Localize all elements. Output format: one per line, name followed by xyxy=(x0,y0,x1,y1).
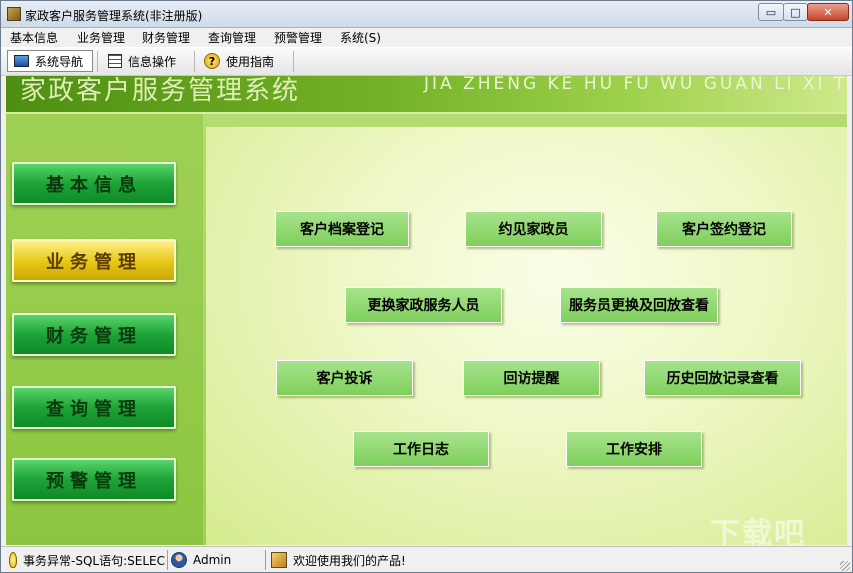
sidebar-item-query[interactable]: 查询管理 xyxy=(12,386,176,429)
menu-system[interactable]: 系统(S) xyxy=(340,29,381,46)
user-icon xyxy=(171,552,187,568)
status-welcome: 欢迎使用我们的产品! xyxy=(293,553,406,568)
resize-grip[interactable] xyxy=(840,561,850,571)
status-separator xyxy=(265,550,266,570)
replace-staff-button[interactable]: 更换家政服务人员 xyxy=(345,287,502,323)
sidebar-item-business[interactable]: 业务管理 xyxy=(12,239,176,282)
toolbar-separator xyxy=(97,51,98,72)
banner-title: 家政客户服务管理系统 xyxy=(20,76,301,106)
title-bar[interactable]: 家政客户服务管理系统(非注册版) ▭ □ ✕ xyxy=(1,1,852,28)
toolbar-guide-button[interactable]: ? 使用指南 xyxy=(198,50,290,72)
help-icon: ? xyxy=(204,53,220,69)
maximize-button[interactable]: □ xyxy=(783,3,808,21)
menu-business[interactable]: 业务管理 xyxy=(77,29,125,46)
contract-register-button[interactable]: 客户签约登记 xyxy=(656,211,792,247)
function-panel: 客户档案登记 约见家政员 客户签约登记 更换家政服务人员 服务员更换及回放查看 … xyxy=(206,127,847,545)
menu-alert[interactable]: 预警管理 xyxy=(274,29,322,46)
minimize-button[interactable]: ▭ xyxy=(758,3,784,21)
close-icon: ✕ xyxy=(823,5,833,19)
toolbar-guide-label: 使用指南 xyxy=(226,54,275,69)
customer-record-button[interactable]: 客户档案登记 xyxy=(275,211,409,247)
sidebar-item-finance[interactable]: 财务管理 xyxy=(12,313,176,356)
history-review-button[interactable]: 历史回放记录查看 xyxy=(644,360,801,396)
grid-icon xyxy=(108,54,122,68)
visit-reminder-button[interactable]: 回访提醒 xyxy=(463,360,600,396)
sidebar-item-basic-info[interactable]: 基本信息 xyxy=(12,162,176,205)
meet-housekeeper-button[interactable]: 约见家政员 xyxy=(465,211,602,247)
minimize-icon: ▭ xyxy=(765,5,777,19)
toolbar-info-label: 信息操作 xyxy=(128,54,177,69)
staff-change-review-button[interactable]: 服务员更换及回放查看 xyxy=(560,287,718,323)
package-icon xyxy=(271,552,287,568)
status-user: Admin xyxy=(193,553,232,567)
main-content: 家政客户服务管理系统 JIA ZHENG KE HU FU WU GUAN LI… xyxy=(6,76,847,545)
toolbar-info-button[interactable]: 信息操作 xyxy=(102,50,190,72)
toolbar-nav-button[interactable]: 系统导航 xyxy=(7,50,93,72)
banner: 家政客户服务管理系统 JIA ZHENG KE HU FU WU GUAN LI… xyxy=(6,76,847,114)
sidebar: 基本信息 业务管理 财务管理 查询管理 预警管理 xyxy=(6,114,203,545)
status-separator xyxy=(167,550,168,570)
complaint-button[interactable]: 客户投诉 xyxy=(276,360,413,396)
maximize-icon: □ xyxy=(790,5,801,19)
toolbar-separator xyxy=(194,51,195,72)
close-button[interactable]: ✕ xyxy=(807,3,849,21)
toolbar-separator xyxy=(293,51,294,72)
sidebar-item-alert[interactable]: 预警管理 xyxy=(12,458,176,501)
watermark: 下载吧 xyxy=(710,517,806,545)
menu-query[interactable]: 查询管理 xyxy=(208,29,256,46)
monitor-icon xyxy=(14,55,29,67)
status-message: 事务异常-SQL语句:SELEC xyxy=(23,553,165,568)
menu-basic-info[interactable]: 基本信息 xyxy=(10,29,58,46)
status-message-panel: 事务异常-SQL语句:SELEC xyxy=(9,549,165,571)
app-icon xyxy=(7,7,21,21)
status-user-panel: Admin xyxy=(171,549,263,571)
menu-bar: 基本信息 业务管理 财务管理 查询管理 预警管理 系统(S) xyxy=(1,28,852,46)
banner-pinyin: JIA ZHENG KE HU FU WU GUAN LI XI TONG xyxy=(424,76,847,94)
status-bar: 事务异常-SQL语句:SELEC Admin 欢迎使用我们的产品! xyxy=(1,546,852,572)
app-window: 家政客户服务管理系统(非注册版) ▭ □ ✕ 基本信息 业务管理 财务管理 查询… xyxy=(0,0,853,573)
menu-finance[interactable]: 财务管理 xyxy=(142,29,190,46)
status-welcome-panel: 欢迎使用我们的产品! xyxy=(271,549,471,571)
bulb-icon xyxy=(9,552,18,568)
toolbar-nav-label: 系统导航 xyxy=(35,54,84,69)
toolbar: 系统导航 信息操作 ? 使用指南 xyxy=(1,47,852,76)
work-schedule-button[interactable]: 工作安排 xyxy=(566,431,702,467)
window-title: 家政客户服务管理系统(非注册版) xyxy=(25,9,203,23)
work-log-button[interactable]: 工作日志 xyxy=(353,431,489,467)
